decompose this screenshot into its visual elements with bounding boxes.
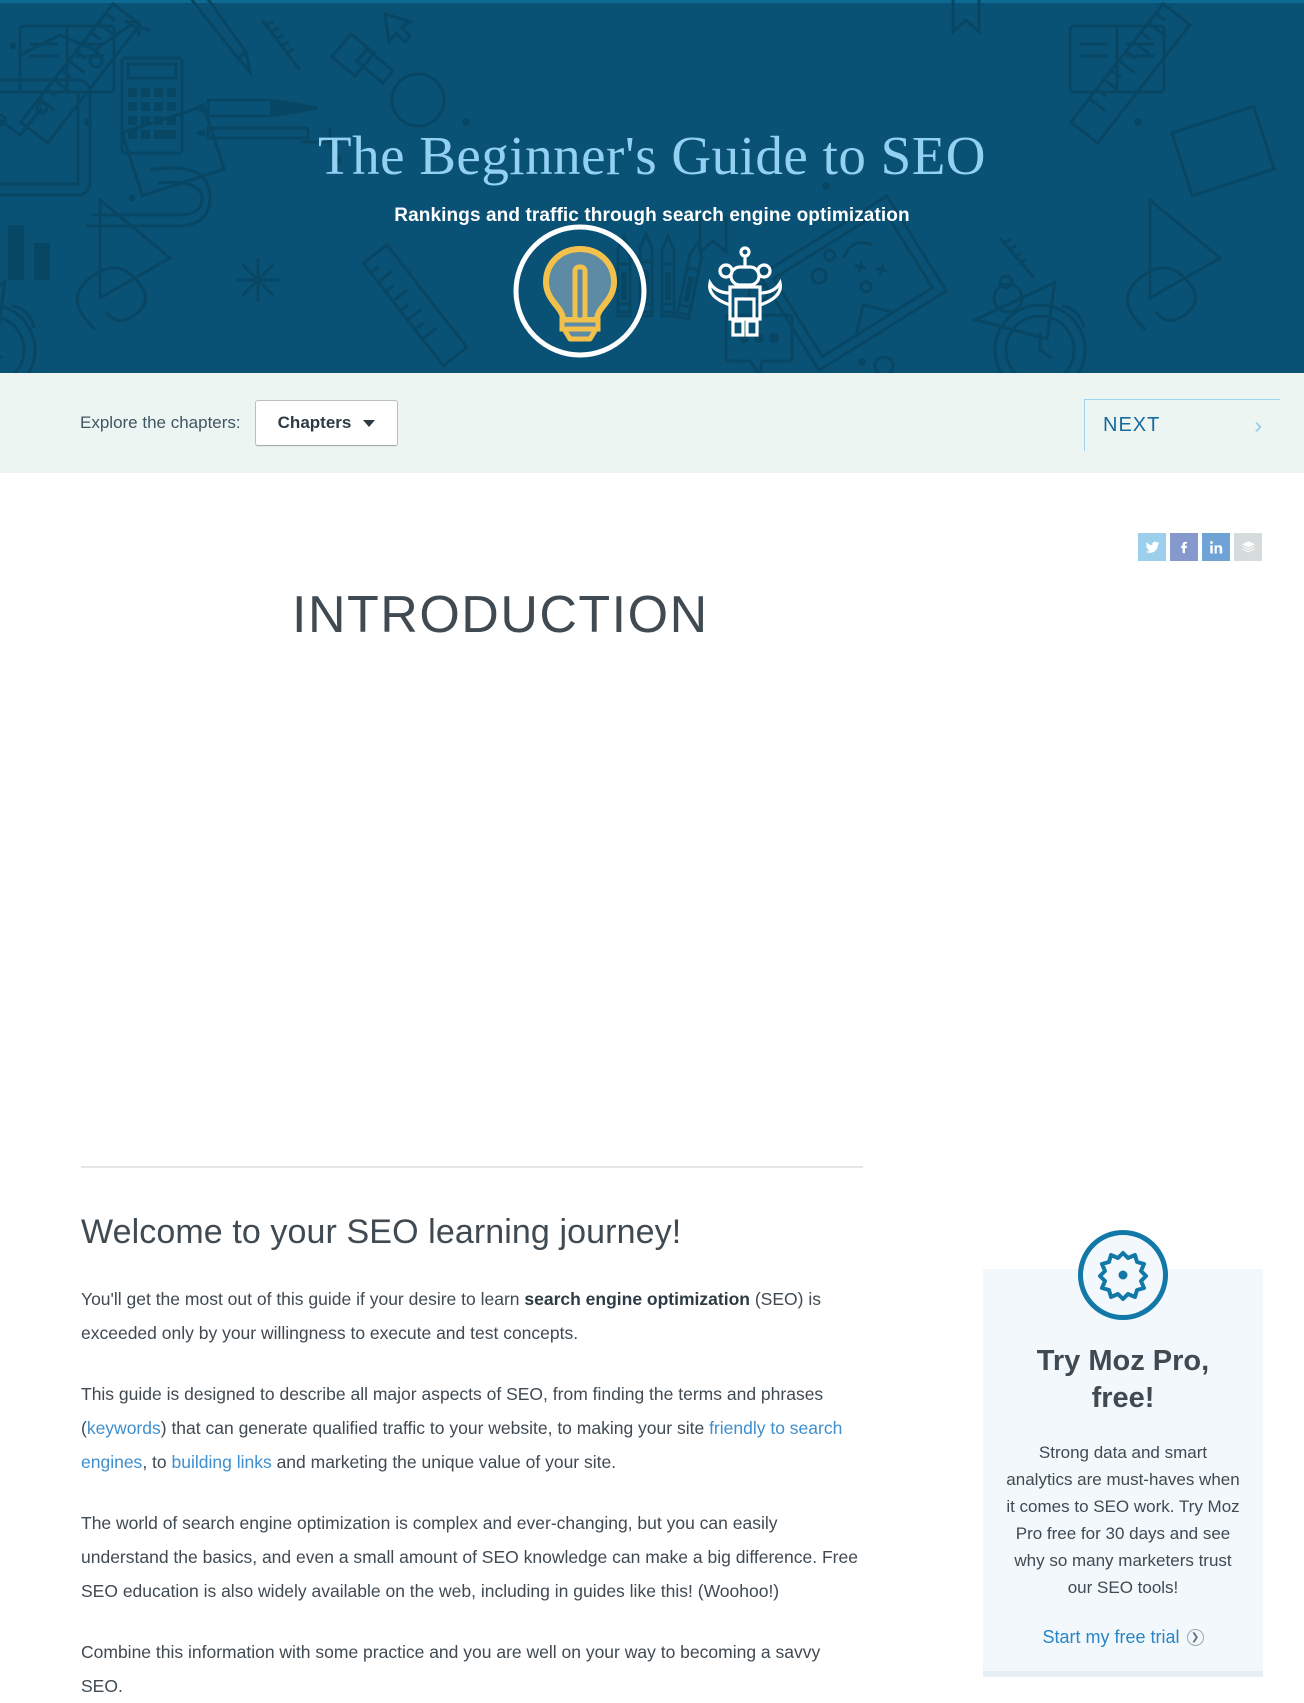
- share-twitter-button[interactable]: [1138, 533, 1166, 561]
- start-free-trial-link[interactable]: Start my free trial ❯: [1042, 1627, 1204, 1648]
- paragraph-1-text-a: You'll get the most out of this guide if…: [81, 1289, 525, 1310]
- chapters-dropdown-label: Chapters: [277, 413, 352, 432]
- lightbulb-icon: [511, 222, 649, 365]
- chapter-navbar: Explore the chapters: Chapters NEXT ›: [0, 373, 1304, 473]
- robot-icon: [697, 243, 793, 344]
- seo-term-bold: search engine optimization: [524, 1289, 750, 1310]
- promo-title: Try Moz Pro, free!: [1036, 1345, 1210, 1415]
- buffer-icon: [1241, 540, 1255, 552]
- social-share-bar: [1138, 533, 1262, 561]
- keywords-link[interactable]: keywords: [87, 1418, 161, 1438]
- chevron-right-icon: ›: [1254, 412, 1262, 438]
- promo-body-text: Strong data and smart analytics are must…: [1006, 1443, 1240, 1598]
- article-paragraph-1: You'll get the most out of this guide if…: [81, 1282, 866, 1350]
- article-body: Welcome to your SEO learning journey! Yo…: [81, 1213, 866, 1703]
- article-heading: Welcome to your SEO learning journey!: [81, 1213, 682, 1251]
- page-heading: The Beginner's Guide to SEO: [317, 125, 987, 186]
- share-buffer-button[interactable]: [1234, 533, 1262, 561]
- promo-content: Try Moz Pro, free! Strong data and smart…: [983, 1343, 1263, 1648]
- explore-chapters-label: Explore the chapters:: [80, 413, 241, 432]
- paragraph-2-text-b: ) that can generate qualified traffic to…: [160, 1418, 710, 1439]
- page-title: INTRODUCTION: [292, 586, 709, 644]
- article-paragraph-4: Combine this information with some pract…: [81, 1642, 821, 1697]
- title-divider: [81, 1166, 863, 1168]
- next-button-label: NEXT: [1103, 414, 1161, 436]
- next-chapter-button[interactable]: NEXT ›: [1084, 399, 1280, 451]
- building-links-link[interactable]: building links: [172, 1452, 272, 1472]
- linkedin-icon: [1209, 540, 1222, 553]
- share-linkedin-button[interactable]: [1202, 533, 1230, 561]
- hero-header: The Beginner's Guide to SEO Rankings and…: [0, 0, 1304, 373]
- circle-chevron-right-icon: ❯: [1186, 1629, 1204, 1647]
- explore-chapters-group: Explore the chapters: Chapters: [80, 400, 399, 446]
- chevron-down-icon: [363, 419, 376, 427]
- promo-cta-label: Start my free trial: [1042, 1627, 1180, 1648]
- article-paragraph-2: This guide is designed to describe all m…: [81, 1377, 866, 1479]
- share-facebook-button[interactable]: [1170, 533, 1198, 561]
- article-paragraph-3: The world of search engine optimization …: [81, 1513, 858, 1602]
- hero-icon-group: [0, 222, 1304, 365]
- chapters-dropdown-button[interactable]: Chapters: [254, 400, 399, 446]
- paragraph-2-text-d: and marketing the unique value of your s…: [271, 1452, 617, 1473]
- twitter-icon: [1145, 541, 1159, 553]
- paragraph-2-text-c: , to: [142, 1452, 172, 1473]
- facebook-icon: [1180, 541, 1187, 553]
- gear-icon: [1078, 1230, 1168, 1320]
